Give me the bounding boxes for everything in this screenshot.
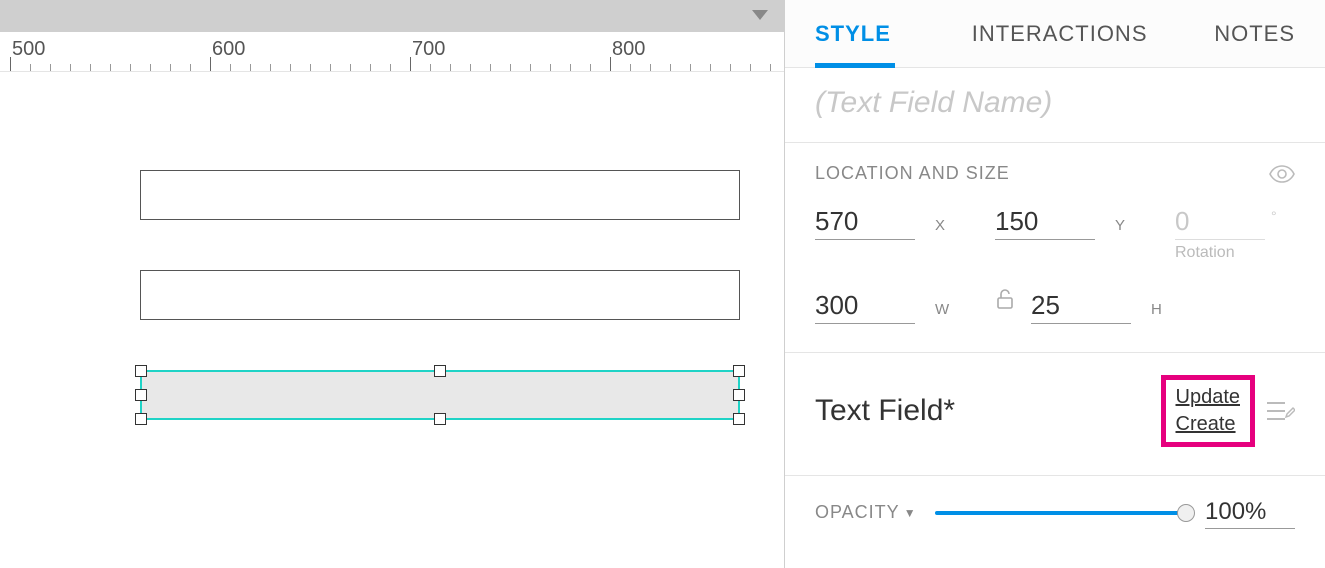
canvas-area: 500600700800	[0, 0, 785, 568]
widget-name-input[interactable]: (Text Field Name)	[815, 86, 1295, 120]
location-size-title: LOCATION AND SIZE	[815, 163, 1010, 184]
height-input[interactable]	[1031, 288, 1131, 324]
x-input[interactable]	[815, 204, 915, 240]
degree-symbol: °	[1271, 208, 1277, 224]
opacity-slider[interactable]	[935, 511, 1187, 515]
resize-handle-br[interactable]	[733, 413, 745, 425]
opacity-value-input[interactable]	[1205, 496, 1295, 529]
create-style-link[interactable]: Create	[1176, 413, 1241, 436]
horizontal-ruler: 500600700800	[0, 32, 784, 72]
width-input[interactable]	[815, 288, 915, 324]
inspector-panel: STYLE INTERACTIONS NOTES (Text Field Nam…	[785, 0, 1325, 568]
x-label: X	[935, 217, 946, 234]
resize-handle-ml[interactable]	[135, 389, 147, 401]
manage-styles-icon[interactable]	[1265, 398, 1295, 424]
widget-type-label[interactable]: Text Field*	[815, 394, 955, 428]
width-label: W	[935, 301, 950, 318]
rotation-input[interactable]	[1175, 204, 1265, 240]
y-input[interactable]	[995, 204, 1095, 240]
toolbar-dropdown-caret[interactable]	[752, 10, 768, 20]
widget-style-section: Text Field* Update Create	[785, 353, 1325, 476]
visibility-icon[interactable]	[1269, 165, 1295, 183]
rotation-label: Rotation	[1175, 244, 1235, 262]
resize-handle-tr[interactable]	[733, 365, 745, 377]
resize-handle-tc[interactable]	[434, 365, 446, 377]
inspector-tabs: STYLE INTERACTIONS NOTES	[785, 0, 1325, 68]
widget-rectangle-1[interactable]	[140, 170, 740, 220]
resize-handle-tl[interactable]	[135, 365, 147, 377]
design-canvas[interactable]	[0, 72, 784, 568]
opacity-label[interactable]: OPACITY ▼	[815, 502, 917, 523]
tab-interactions[interactable]: INTERACTIONS	[925, 0, 1194, 67]
opacity-slider-thumb[interactable]	[1177, 504, 1195, 522]
resize-handle-mr[interactable]	[733, 389, 745, 401]
location-size-section: LOCATION AND SIZE X Y ° Rotation	[785, 143, 1325, 353]
tab-notes[interactable]: NOTES	[1194, 0, 1325, 67]
resize-handle-bc[interactable]	[434, 413, 446, 425]
height-label: H	[1151, 301, 1163, 318]
opacity-label-text: OPACITY	[815, 502, 900, 523]
resize-handle-bl[interactable]	[135, 413, 147, 425]
lock-aspect-icon[interactable]	[995, 288, 1017, 310]
style-actions-highlight: Update Create	[1161, 375, 1256, 447]
name-section: (Text Field Name)	[785, 68, 1325, 143]
opacity-section: OPACITY ▼	[785, 476, 1325, 549]
update-style-link[interactable]: Update	[1176, 386, 1241, 409]
opacity-dropdown-caret: ▼	[904, 506, 917, 520]
widget-rectangle-2[interactable]	[140, 270, 740, 320]
toolbar-strip	[0, 0, 784, 32]
tab-style[interactable]: STYLE	[785, 0, 925, 67]
y-label: Y	[1115, 217, 1126, 234]
widget-selected-text-field[interactable]	[140, 370, 740, 420]
